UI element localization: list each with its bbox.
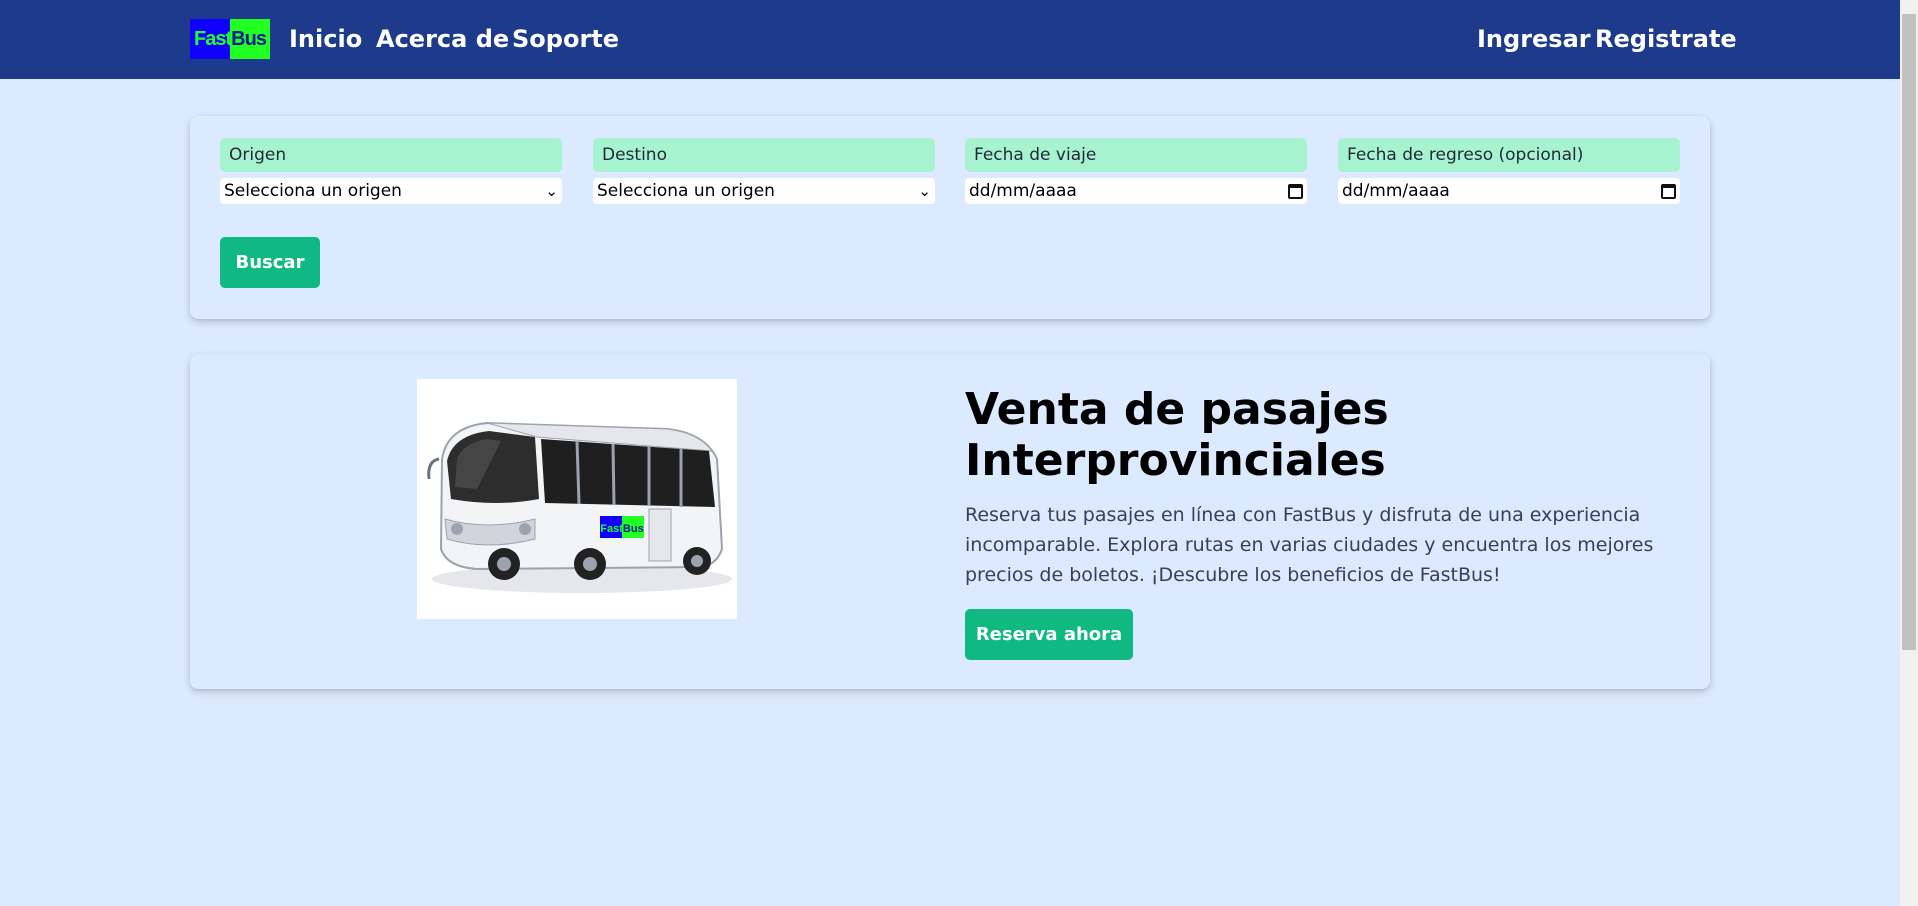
nav-link-inicio[interactable]: Inicio bbox=[289, 24, 362, 54]
top-navbar: Fast Bus Inicio Acerca de Soporte Ingresa… bbox=[0, 0, 1900, 79]
nav-link-acerca-de[interactable]: Acerca de bbox=[376, 24, 509, 54]
bus-illustration: FastBus bbox=[427, 421, 732, 593]
hero-description: Reserva tus pasajes en línea con FastBus… bbox=[965, 504, 1654, 586]
hero-title: Venta de pasajes Interprovinciales bbox=[965, 384, 1389, 486]
calendar-icon[interactable] bbox=[1661, 183, 1676, 199]
reserve-now-button[interactable]: Reserva ahora bbox=[965, 609, 1133, 660]
destination-select[interactable]: Selecciona un origen ⌄ bbox=[593, 178, 935, 204]
login-link[interactable]: Ingresar bbox=[1477, 24, 1591, 54]
search-button[interactable]: Buscar bbox=[220, 237, 320, 288]
fastbus-logo[interactable]: Fast Bus bbox=[190, 19, 270, 59]
origin-select-value: Selecciona un origen bbox=[224, 181, 402, 201]
destination-field: Destino Selecciona un origen ⌄ bbox=[593, 138, 935, 204]
destination-select-value: Selecciona un origen bbox=[597, 181, 775, 201]
hero-card: FastBus Venta de pasajes Interprovincial… bbox=[190, 354, 1710, 689]
scrollbar-thumb[interactable] bbox=[1902, 14, 1916, 650]
return-date-field: Fecha de regreso (opcional) dd/mm/aaaa bbox=[1338, 138, 1680, 204]
chevron-down-icon: ⌄ bbox=[918, 182, 931, 200]
destination-label: Destino bbox=[593, 138, 935, 172]
origin-select[interactable]: Selecciona un origen ⌄ bbox=[220, 178, 562, 204]
travel-date-label: Fecha de viaje bbox=[965, 138, 1307, 172]
travel-date-input[interactable]: dd/mm/aaaa bbox=[965, 178, 1307, 204]
logo-text-fast: Fast bbox=[194, 27, 232, 50]
logo-text-bus: Bus bbox=[231, 27, 267, 50]
origin-label: Origen bbox=[220, 138, 562, 172]
bus-image: FastBus bbox=[417, 379, 737, 619]
return-date-input[interactable]: dd/mm/aaaa bbox=[1338, 178, 1680, 204]
origin-field: Origen Selecciona un origen ⌄ bbox=[220, 138, 562, 204]
bus-logo-text: FastBus bbox=[600, 523, 643, 535]
nav-link-soporte[interactable]: Soporte bbox=[512, 24, 619, 54]
return-date-label: Fecha de regreso (opcional) bbox=[1338, 138, 1680, 172]
return-date-value: dd/mm/aaaa bbox=[1342, 181, 1450, 201]
register-link[interactable]: Registrate bbox=[1595, 24, 1737, 54]
travel-date-value: dd/mm/aaaa bbox=[969, 181, 1077, 201]
vertical-scrollbar[interactable] bbox=[1900, 0, 1918, 906]
chevron-down-icon: ⌄ bbox=[545, 182, 558, 200]
search-card: Origen Selecciona un origen ⌄ Destino Se… bbox=[190, 116, 1710, 319]
travel-date-field: Fecha de viaje dd/mm/aaaa bbox=[965, 138, 1307, 204]
calendar-icon[interactable] bbox=[1288, 183, 1303, 199]
